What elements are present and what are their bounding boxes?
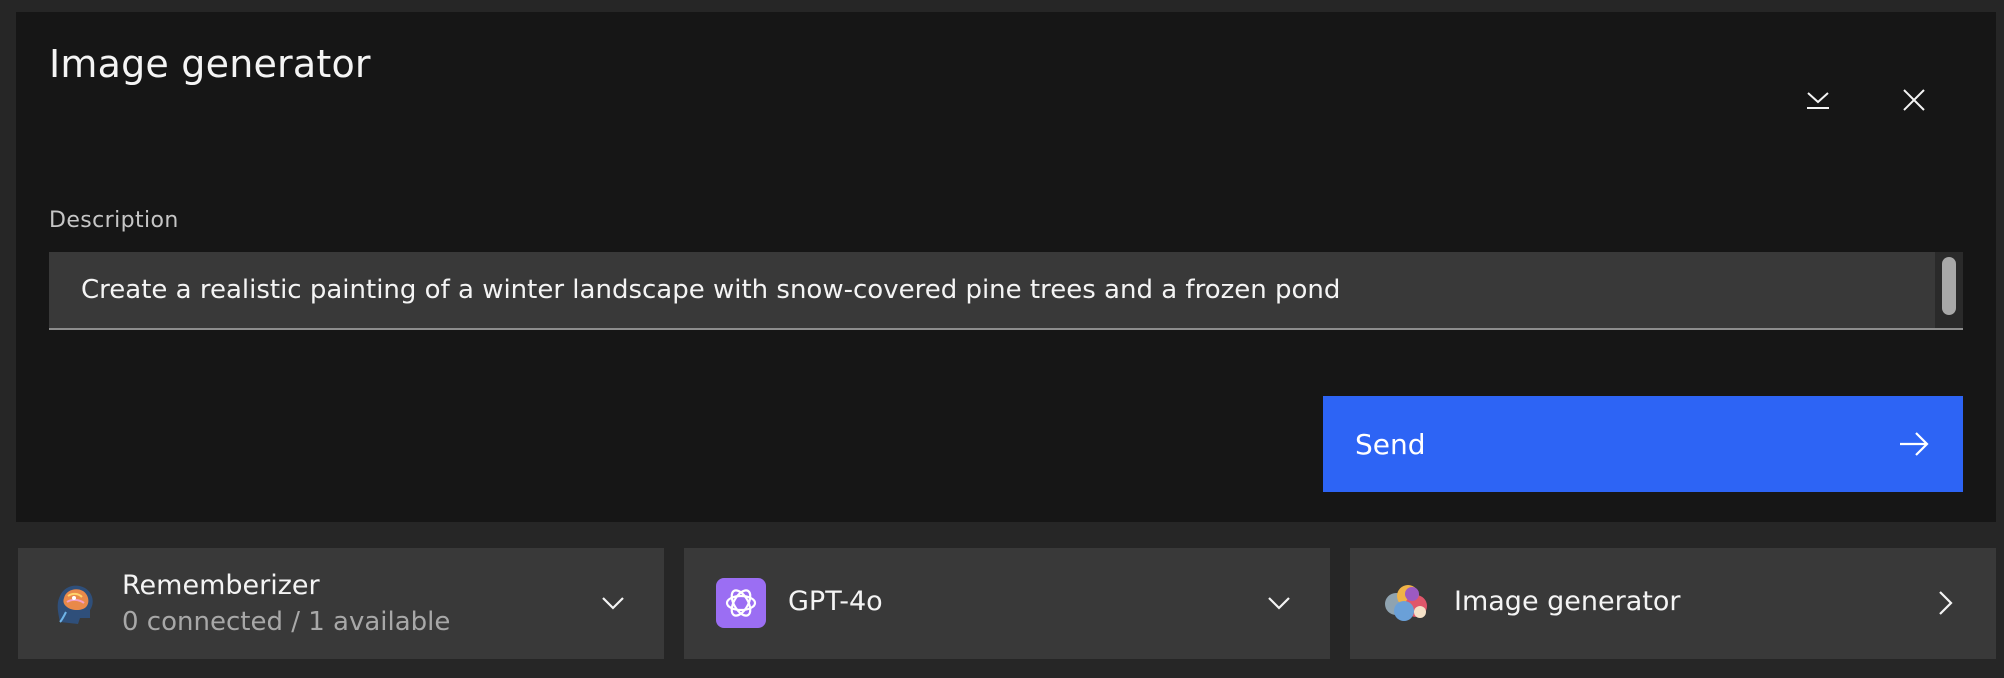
send-button-label: Send: [1355, 427, 1426, 461]
rememberizer-name: Rememberizer: [122, 570, 320, 601]
send-button[interactable]: Send: [1323, 396, 1963, 492]
rememberizer-card[interactable]: Rememberizer 0 connected / 1 available: [18, 548, 664, 659]
close-button[interactable]: [1886, 72, 1942, 128]
tool-text: Image generator: [1454, 586, 1680, 617]
close-icon: [1903, 89, 1925, 111]
model-card-gpt4o[interactable]: GPT-4o: [684, 548, 1330, 659]
chevron-down-icon: [602, 597, 624, 610]
chevron-down-icon: [1268, 597, 1290, 610]
image-generator-palette-icon: [1385, 585, 1427, 621]
tool-name: Image generator: [1454, 586, 1681, 617]
description-label: Description: [49, 208, 179, 233]
model-name: GPT-4o: [788, 586, 883, 617]
description-textarea[interactable]: Create a realistic painting of a winter …: [49, 252, 1963, 330]
rememberizer-text: Rememberizer 0 connected / 1 available: [122, 570, 450, 637]
chevron-down-bar-icon: [1807, 92, 1829, 109]
arrow-right-icon: [1900, 432, 1929, 456]
model-text: GPT-4o: [788, 586, 883, 617]
tool-card-image-generator[interactable]: Image generator: [1350, 548, 1996, 659]
rememberizer-brain-icon: [57, 585, 93, 624]
image-generator-dialog: Image generator Description Create a rea…: [16, 12, 1996, 522]
minimize-button[interactable]: [1790, 72, 1846, 128]
openai-icon: [716, 578, 766, 628]
chevron-right-icon: [1939, 591, 1953, 615]
description-text: Create a realistic painting of a winter …: [81, 275, 1341, 305]
scrollbar-thumb[interactable]: [1942, 257, 1956, 315]
dialog-title: Image generator: [49, 42, 371, 86]
textarea-scrollbar[interactable]: [1935, 252, 1963, 328]
rememberizer-status: 0 connected / 1 available: [122, 607, 451, 637]
